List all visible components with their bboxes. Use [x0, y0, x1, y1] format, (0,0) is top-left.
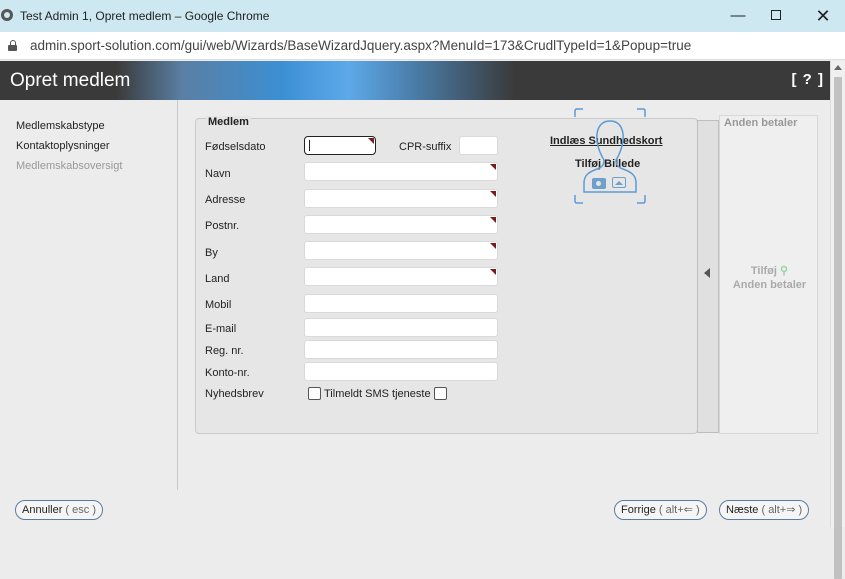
- address-bar[interactable]: admin.sport-solution.com/gui/web/Wizards…: [0, 32, 845, 60]
- step-contact-info[interactable]: Kontaktoplysninger: [16, 140, 110, 152]
- next-label: Næste: [726, 504, 759, 516]
- address-label: Adresse: [205, 194, 246, 206]
- sms-checkbox[interactable]: [434, 387, 447, 400]
- scroll-thumb[interactable]: [834, 77, 842, 579]
- account-no-input[interactable]: [304, 362, 498, 381]
- minimize-button[interactable]: —: [723, 4, 753, 28]
- country-label: Land: [205, 273, 230, 285]
- form-legend: Medlem: [206, 116, 251, 128]
- cancel-shortcut: ( esc ): [65, 504, 96, 516]
- lock-icon: [8, 40, 17, 51]
- window-title: Test Admin 1, Opret medlem – Google Chro…: [20, 9, 270, 23]
- maximize-button[interactable]: [761, 4, 791, 28]
- wizard-step-nav: Medlemskabstype Kontaktoplysninger Medle…: [0, 100, 178, 490]
- next-shortcut: ( alt+⇒ ): [761, 504, 803, 516]
- vertical-scrollbar[interactable]: [830, 61, 845, 579]
- reg-no-input[interactable]: [304, 340, 498, 359]
- avatar-placeholder[interactable]: [573, 107, 647, 205]
- email-input[interactable]: [304, 318, 498, 337]
- collapse-toggle[interactable]: [697, 120, 719, 433]
- person-add-icon: ⚲: [780, 265, 789, 277]
- reg-no-label: Reg. nr.: [205, 345, 244, 357]
- add-other-payer-line2: Anden betaler: [732, 279, 807, 291]
- sms-label: Tilmeldt SMS tjeneste: [324, 388, 431, 400]
- mobile-input[interactable]: [304, 294, 498, 313]
- previous-shortcut: ( alt+⇐ ): [658, 504, 700, 516]
- newsletter-label: Nyhedsbrev: [205, 388, 264, 400]
- url-text[interactable]: admin.sport-solution.com/gui/web/Wizards…: [30, 38, 691, 53]
- name-input[interactable]: [304, 162, 498, 181]
- scroll-up-arrow-icon[interactable]: [834, 65, 842, 70]
- cancel-button[interactable]: Annuller ( esc ): [15, 500, 103, 520]
- postal-label: Postnr.: [205, 220, 240, 232]
- cpr-suffix-label: CPR-suffix: [399, 141, 452, 153]
- cancel-label: Annuller: [22, 504, 63, 516]
- country-input[interactable]: [304, 267, 498, 286]
- page-title: Opret medlem: [10, 70, 131, 91]
- newsletter-checkbox[interactable]: [308, 387, 321, 400]
- other-payer-title: Anden betaler: [724, 117, 798, 129]
- previous-label: Forrige: [621, 504, 656, 516]
- postal-input[interactable]: [304, 215, 498, 234]
- city-label: By: [205, 247, 218, 259]
- birthdate-label: Fødselsdato: [205, 141, 266, 153]
- other-payer-panel: Anden betaler Tilføj ⚲ Anden betaler: [719, 115, 818, 434]
- next-button[interactable]: Næste ( alt+⇒ ): [719, 500, 810, 520]
- address-input[interactable]: [304, 189, 498, 208]
- chevron-left-icon: [704, 268, 710, 278]
- window-titlebar: Test Admin 1, Opret medlem – Google Chro…: [0, 0, 845, 32]
- chrome-icon: [1, 9, 13, 21]
- step-membership-type[interactable]: Medlemskabstype: [16, 120, 105, 132]
- email-label: E-mail: [205, 323, 237, 335]
- add-other-payer-button[interactable]: Tilføj ⚲ Anden betaler: [720, 264, 819, 292]
- help-button[interactable]: [ ? ]: [792, 71, 825, 88]
- add-other-payer-line1: Tilføj: [750, 265, 777, 277]
- birthdate-input[interactable]: [304, 136, 376, 155]
- account-no-label: Konto-nr.: [205, 367, 250, 379]
- cpr-suffix-input[interactable]: [459, 136, 498, 155]
- app-header: Opret medlem [ ? ]: [0, 61, 830, 100]
- close-button[interactable]: ✕: [808, 4, 838, 28]
- city-input[interactable]: [304, 241, 498, 260]
- previous-button[interactable]: Forrige ( alt+⇐ ): [614, 500, 707, 520]
- step-membership-overview[interactable]: Medlemskabsoversigt: [16, 160, 122, 172]
- name-label: Navn: [205, 168, 231, 180]
- mobile-label: Mobil: [205, 299, 232, 311]
